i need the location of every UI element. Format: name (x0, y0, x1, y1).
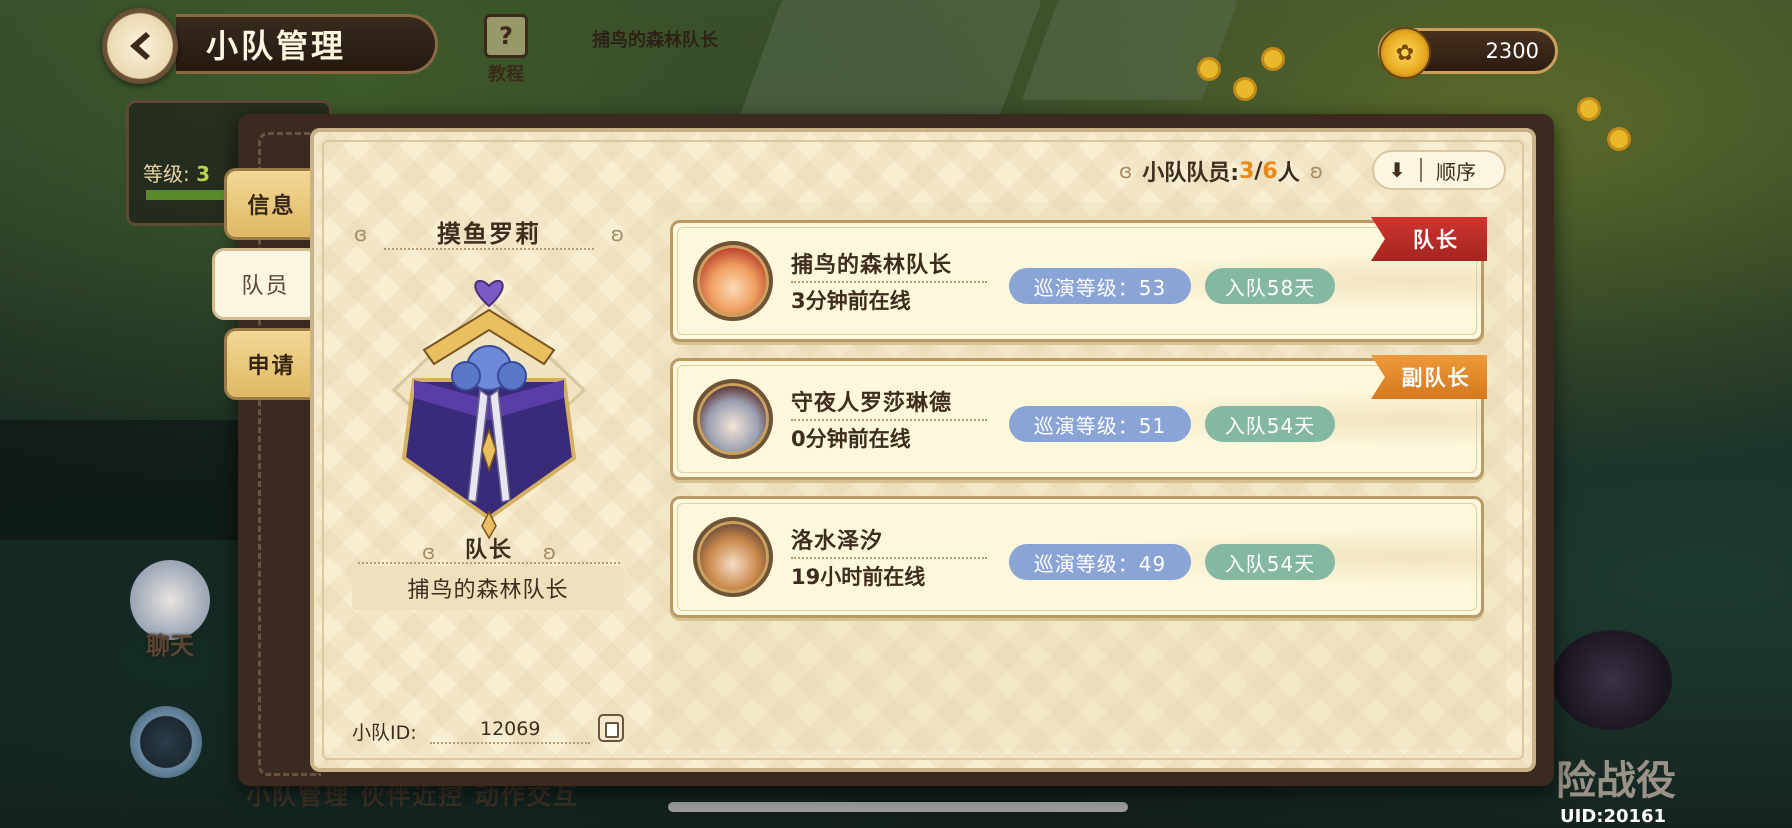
squad-name: 摸鱼罗莉 (437, 220, 541, 248)
member-joined-badge: 入队54天 (1205, 544, 1335, 580)
bg-flower (1580, 100, 1598, 118)
role-ribbon-vice-leader: 副队长 (1371, 355, 1487, 399)
squad-name-row: 摸鱼罗莉 (350, 214, 628, 249)
page-title: 小队管理 (206, 27, 347, 65)
bg-player-name: 捕鸟的森林队长 (592, 30, 718, 51)
copy-id-button[interactable] (598, 714, 624, 742)
divider (384, 248, 594, 250)
tab-info[interactable]: 信息 (224, 168, 316, 240)
bg-level: 等级: 3 (143, 162, 211, 186)
coin-counter: ✿ 2300 (1378, 27, 1558, 79)
member-count-label: 小队队员: (1142, 161, 1240, 186)
member-level-badge: 巡演等级：49 (1009, 544, 1191, 580)
member-card[interactable]: 守夜人罗莎琳德 0分钟前在线 巡演等级：51 入队54天 副队长 (670, 355, 1487, 480)
bg-path-tile (738, 0, 1042, 120)
title-plate: 小队管理 (176, 14, 438, 74)
help-book-icon: ? (484, 14, 528, 58)
back-arrow-icon (130, 32, 150, 60)
squad-id-value: 12069 (480, 718, 541, 740)
bg-flower (1610, 130, 1628, 148)
tab-info-label: 信息 (247, 194, 296, 219)
member-joined-badge: 入队58天 (1205, 268, 1335, 304)
member-name: 守夜人罗莎琳德 (791, 391, 953, 416)
squad-emblem-icon (391, 280, 587, 540)
member-count: ɞ 小队队员: 3 / 6 人 ʚ (1086, 154, 1356, 188)
ornament-left-icon: ɞ (1118, 159, 1133, 183)
member-joined-badge: 入队54天 (1205, 406, 1335, 442)
bg-battle-creature (1552, 630, 1672, 730)
member-card[interactable]: 洛水泽汐 19小时前在线 巡演等级：49 入队54天 (670, 496, 1484, 618)
tutorial-label: 教程 (488, 64, 524, 85)
ornament-right-icon: ʚ (542, 540, 556, 564)
member-count-current: 3 (1239, 158, 1255, 184)
divider (791, 419, 987, 421)
back-button[interactable] (102, 8, 178, 84)
tab-members[interactable]: 队员 (212, 248, 316, 320)
member-count-max: 6 (1262, 158, 1278, 184)
coin-value: 2300 (1485, 39, 1539, 63)
battle-label: 险战役 (1556, 758, 1676, 804)
member-online-status: 19小时前在线 (791, 565, 926, 589)
squad-info-column: 摸鱼罗莉 ɞ ʚ 队长 ɞ ʚ 捕鸟的森林队长 小队ID: 12069 (350, 206, 628, 750)
divider (430, 742, 590, 744)
tab-applications[interactable]: 申请 (224, 328, 316, 400)
arrow-down-icon: ⬇ (1388, 158, 1406, 182)
home-indicator (668, 802, 1128, 812)
tab-members-label: 队员 (241, 274, 290, 299)
member-level-badge: 巡演等级：53 (1009, 268, 1191, 304)
ornament-right-icon: ʚ (1309, 159, 1324, 183)
bg-path-tile (1021, 0, 1239, 100)
bg-exp-bar (146, 190, 226, 200)
bg-flower (1264, 50, 1282, 68)
compass-icon[interactable] (130, 706, 202, 778)
sort-button[interactable]: ⬇ 顺序 (1372, 150, 1506, 190)
ornament-right-icon: ʚ (610, 222, 624, 246)
member-online-status: 3分钟前在线 (791, 289, 911, 313)
divider (791, 557, 987, 559)
tutorial-button[interactable]: ? 教程 (478, 14, 534, 86)
role-ribbon-leader: 队长 (1371, 217, 1487, 261)
squad-id-label: 小队ID: (352, 722, 417, 744)
ornament-left-icon: ɞ (354, 222, 368, 246)
chat-label: 聊天 (146, 632, 194, 660)
sort-label: 顺序 (1436, 159, 1476, 184)
member-avatar (693, 241, 773, 321)
leader-title: 队长 (464, 538, 513, 563)
member-card[interactable]: 捕鸟的森林队长 3分钟前在线 巡演等级：53 入队58天 队长 (670, 217, 1487, 342)
bg-flower (1200, 60, 1218, 78)
leader-title-row: 队长 (350, 532, 628, 564)
member-count-unit: 人 (1277, 161, 1300, 186)
member-name: 捕鸟的森林队长 (791, 253, 953, 278)
coin-icon: ✿ (1379, 27, 1431, 79)
member-online-status: 0分钟前在线 (791, 427, 911, 451)
bg-flower (1236, 80, 1254, 98)
member-count-slash: / (1254, 158, 1263, 184)
ornament-left-icon: ɞ (422, 540, 436, 564)
bg-shadow (0, 420, 240, 540)
member-avatar (693, 517, 773, 597)
divider (358, 562, 620, 564)
member-name: 洛水泽汐 (791, 529, 884, 554)
member-avatar (693, 379, 773, 459)
uid-label: UID:20161 (1560, 806, 1667, 827)
member-level-badge: 巡演等级：51 (1009, 406, 1191, 442)
chat-button[interactable]: 聊天 (130, 560, 210, 661)
leader-name: 捕鸟的森林队长 (352, 566, 624, 610)
tab-applications-label: 申请 (247, 354, 296, 379)
divider (791, 281, 987, 283)
